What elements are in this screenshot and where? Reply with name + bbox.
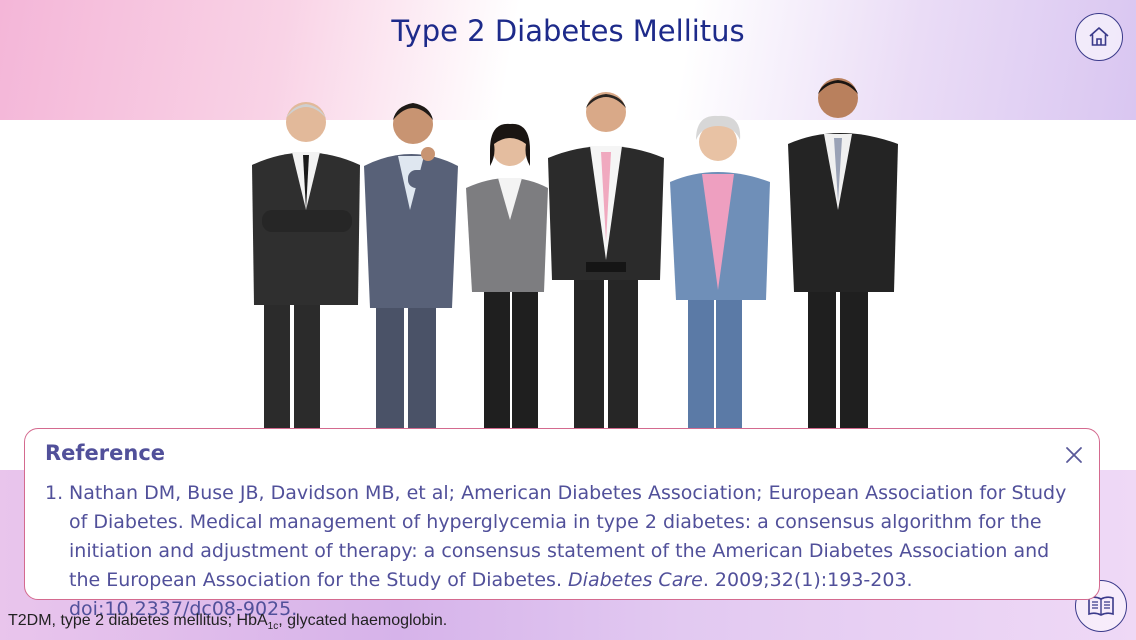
close-icon (1066, 447, 1082, 463)
group-of-people-image (252, 78, 898, 430)
person-2 (364, 103, 458, 430)
close-button[interactable] (1061, 442, 1087, 468)
home-icon (1089, 27, 1109, 46)
person-3 (466, 123, 548, 430)
reference-journal: Diabetes Care (568, 569, 703, 591)
person-5 (670, 115, 770, 430)
home-button[interactable] (1075, 13, 1123, 61)
reference-text: Nathan DM, Buse JB, Davidson MB, et al; … (69, 479, 1085, 624)
person-6 (788, 78, 898, 430)
person-4 (548, 92, 664, 430)
reference-heading: Reference (45, 441, 166, 465)
person-1 (252, 102, 360, 430)
page-title: Type 2 Diabetes Mellitus (391, 14, 745, 48)
reference-item: 1. Nathan DM, Buse JB, Davidson MB, et a… (45, 479, 1085, 624)
footnote-text-1: T2DM, type 2 diabetes mellitus; HbA (8, 612, 268, 629)
reference-number: 1. (45, 482, 64, 504)
footnote-text-2: , glycated haemoglobin. (278, 612, 448, 629)
footnote: T2DM, type 2 diabetes mellitus; HbA1c, g… (8, 612, 447, 632)
footnote-subscript: 1c (267, 621, 279, 633)
reference-panel: Reference 1. Nathan DM, Buse JB, Davidso… (24, 428, 1100, 620)
